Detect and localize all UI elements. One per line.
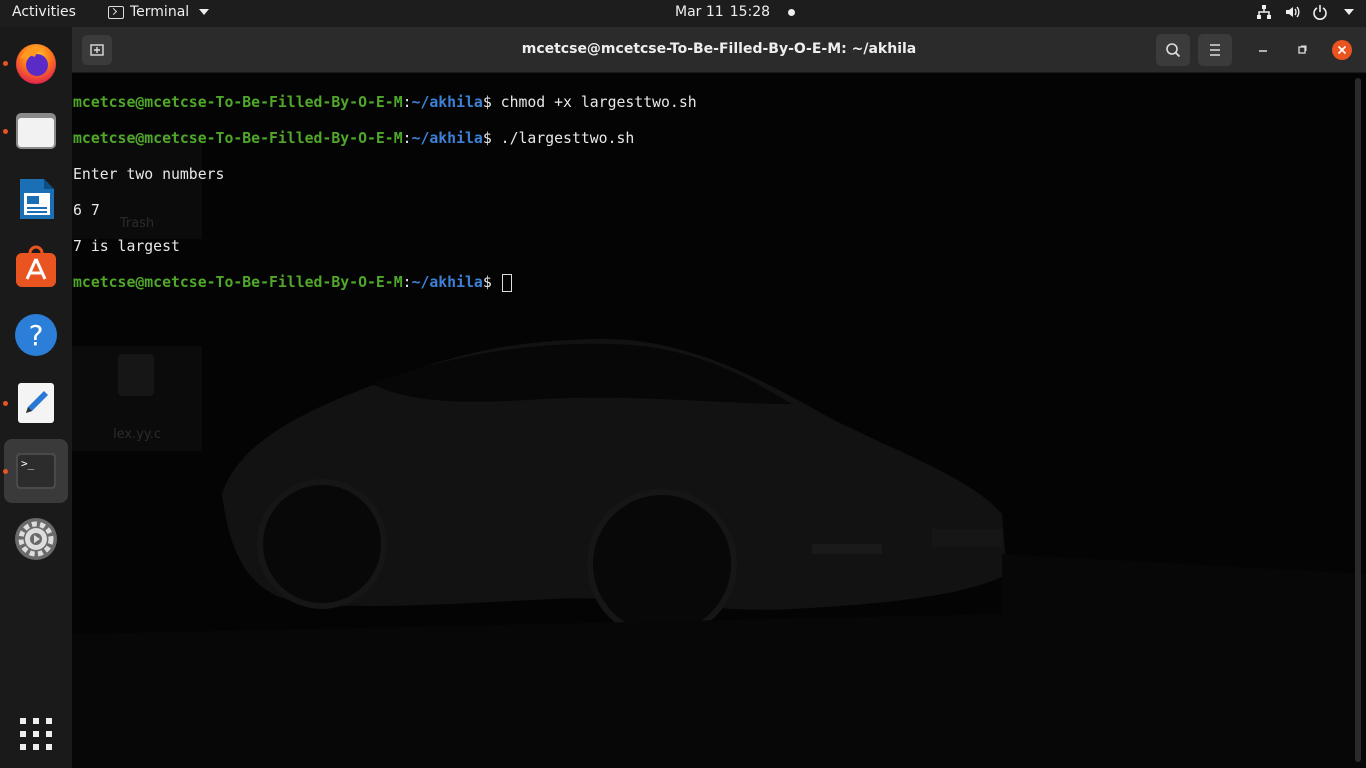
terminal-window: mcetcse@mcetcse-To-Be-Filled-By-O-E-M: ~…: [72, 27, 1366, 768]
top-bar: Activities Terminal Mar 11 15:28: [0, 0, 1366, 27]
prompt-user: mcetcse@mcetcse-To-Be-Filled-By-O-E-M: [73, 274, 403, 291]
dock-item-terminal[interactable]: >_: [3, 439, 68, 503]
dock-item-text-editor[interactable]: [3, 371, 68, 435]
text-cursor: [501, 274, 512, 292]
scrollbar-thumb[interactable]: [1355, 78, 1361, 762]
show-applications-button[interactable]: [4, 702, 68, 766]
svg-text:?: ?: [29, 319, 44, 352]
prompt-user: mcetcse@mcetcse-To-Be-Filled-By-O-E-M: [73, 130, 403, 147]
dock-item-firefox[interactable]: [3, 31, 68, 95]
close-button[interactable]: [1332, 40, 1352, 60]
app-grid-icon: [20, 718, 52, 750]
system-menu[interactable]: [1256, 4, 1354, 20]
notification-dot-icon: [788, 9, 796, 16]
minimize-icon: [1259, 50, 1267, 52]
terminal-icon: [108, 5, 124, 19]
clock-date: Mar 11: [675, 4, 724, 20]
terminal-line: mcetcse@mcetcse-To-Be-Filled-By-O-E-M:~/…: [73, 94, 697, 111]
dock-item-writer[interactable]: [4, 167, 68, 231]
minimize-button[interactable]: [1253, 40, 1273, 60]
help-icon: ?: [15, 314, 57, 356]
running-indicator: [3, 401, 8, 406]
terminal-output: mcetcse@mcetcse-To-Be-Filled-By-O-E-M:~/…: [73, 76, 697, 328]
search-icon: [1166, 43, 1181, 58]
output-line: 6 7: [73, 202, 100, 219]
dock-item-help[interactable]: ?: [4, 303, 68, 367]
search-button[interactable]: [1156, 34, 1190, 66]
prompt-symbol: $: [482, 274, 492, 291]
text-editor-icon: [18, 383, 54, 423]
maximize-button[interactable]: [1292, 40, 1312, 60]
activities-button[interactable]: Activities: [12, 4, 76, 20]
prompt-path: ~/akhila: [411, 130, 483, 147]
output-line: Enter two numbers: [73, 166, 225, 183]
prompt-symbol: $: [482, 94, 492, 111]
app-menu-label: Terminal: [130, 4, 190, 20]
running-indicator: [3, 61, 8, 66]
clock[interactable]: Mar 11 15:28: [675, 4, 796, 20]
settings-gear-icon: [15, 518, 57, 560]
dock: ? >_: [0, 27, 72, 768]
terminal-icon: >_: [16, 453, 56, 489]
dock-item-files[interactable]: [3, 99, 68, 163]
prompt-path: ~/akhila: [411, 94, 483, 111]
terminal-line: mcetcse@mcetcse-To-Be-Filled-By-O-E-M:~/…: [73, 130, 635, 147]
output-line: 7 is largest: [73, 238, 180, 255]
app-menu[interactable]: Terminal: [108, 4, 210, 20]
command-text: chmod +x largesttwo.sh: [500, 94, 697, 111]
folder-icon: [16, 113, 56, 149]
terminal-content[interactable]: Trash lex.yy.c mcetcse@mcetcse-To-Be-Fil…: [72, 74, 1366, 768]
desktop-file-label: lex.yy.c: [112, 427, 162, 442]
document-icon: [20, 179, 54, 219]
hamburger-menu-icon: [1210, 44, 1220, 56]
prompt-user: mcetcse@mcetcse-To-Be-Filled-By-O-E-M: [73, 94, 403, 111]
power-icon: [1313, 5, 1327, 20]
dock-item-settings[interactable]: [4, 507, 68, 571]
running-indicator: [3, 129, 8, 134]
running-indicator: [3, 469, 8, 474]
software-store-icon: [16, 245, 56, 287]
prompt-path: ~/akhila: [411, 274, 483, 291]
terminal-line: mcetcse@mcetcse-To-Be-Filled-By-O-E-M:~/…: [73, 274, 697, 292]
firefox-icon: [16, 44, 56, 84]
menu-button[interactable]: [1198, 34, 1232, 66]
scrollbar[interactable]: [1355, 78, 1363, 762]
svg-text:>_: >_: [21, 457, 35, 470]
restore-icon: [1298, 45, 1307, 54]
command-text: ./largesttwo.sh: [500, 130, 635, 147]
window-header-bar: mcetcse@mcetcse-To-Be-Filled-By-O-E-M: ~…: [72, 27, 1366, 73]
clock-time: 15:28: [729, 4, 771, 20]
chevron-down-icon: [199, 9, 210, 15]
prompt-symbol: $: [482, 130, 492, 147]
chevron-down-icon: [1344, 9, 1354, 15]
dock-item-software[interactable]: [4, 235, 68, 299]
network-icon: [1257, 5, 1271, 19]
volume-icon: [1286, 6, 1300, 18]
close-icon: [1337, 45, 1347, 55]
